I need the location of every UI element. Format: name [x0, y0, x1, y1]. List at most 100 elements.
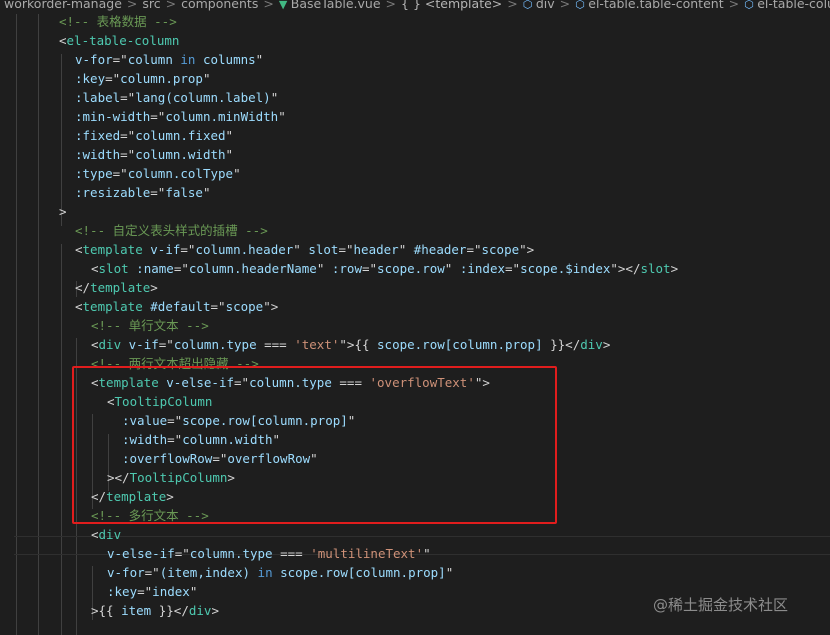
- code-token: scope.$index: [520, 261, 611, 276]
- code-token: =": [112, 52, 128, 67]
- code-editor[interactable]: <!-- 表格数据 --> <el-table-column v-for="colu…: [0, 14, 830, 635]
- code-token: scope.row: [377, 261, 445, 276]
- code-token: :row: [331, 261, 362, 276]
- code-line: :resizable="false": [75, 183, 211, 202]
- code-token: <: [91, 527, 99, 542]
- code-line: :fixed="column.fixed": [75, 126, 233, 145]
- code-line: :min-width="column.minWidth": [75, 107, 286, 126]
- code-token: =": [210, 299, 226, 314]
- breadcrumb-item[interactable]: div: [536, 0, 555, 11]
- code-token: column.width: [135, 147, 226, 162]
- code-line: v-else-if="column.type === 'multilineTex…: [107, 544, 431, 563]
- code-token: }}</: [151, 603, 189, 618]
- chevron-right-icon: >: [165, 0, 177, 11]
- indent-guide: [61, 244, 62, 635]
- code-token: }}</: [542, 337, 581, 352]
- breadcrumb-item[interactable]: workorder-manage: [4, 0, 122, 11]
- code-token: =": [112, 166, 128, 181]
- code-token: :label: [75, 90, 121, 105]
- code-token: <: [91, 337, 99, 352]
- chevron-right-icon: >: [559, 0, 571, 11]
- code-token: ===: [280, 546, 311, 561]
- code-token: div: [98, 527, 122, 542]
- code-line: >: [59, 202, 67, 221]
- code-token: template: [90, 280, 151, 295]
- code-token: =": [144, 565, 160, 580]
- code-token: header: [353, 242, 399, 257]
- code-token: scope: [481, 242, 520, 257]
- code-token: v-for: [107, 565, 145, 580]
- code-token: in: [257, 565, 273, 580]
- code-token: ">: [263, 299, 279, 314]
- code-token: =": [105, 71, 121, 86]
- code-token: column: [127, 52, 181, 67]
- code-token: =": [173, 261, 189, 276]
- code-token: :resizable: [75, 185, 151, 200]
- code-token: <: [59, 33, 67, 48]
- code-token: :key: [75, 71, 106, 86]
- code-token: ">{{: [339, 337, 378, 352]
- code-line: <template #default="scope">: [75, 297, 278, 316]
- code-token: div: [98, 337, 122, 352]
- code-token: (item,index): [159, 565, 258, 580]
- code-token: >: [602, 337, 611, 352]
- code-token: item: [121, 603, 152, 618]
- element-cube-icon: ⬡: [744, 0, 758, 11]
- code-token: v-for: [75, 52, 113, 67]
- breadcrumb-item[interactable]: BaseTable.vue: [291, 0, 381, 11]
- code-token: slot: [640, 261, 671, 276]
- code-line: v-for="(item,index) in scope.row[column.…: [107, 563, 453, 582]
- code-line: :key="index": [107, 582, 197, 601]
- code-token: in: [180, 52, 196, 67]
- code-token: ": [255, 52, 264, 67]
- indent-guide: [61, 54, 62, 226]
- code-token: =": [120, 90, 136, 105]
- code-line: >{{ item }}</div>: [91, 601, 219, 620]
- code-token: ": [444, 261, 460, 276]
- code-token: slot: [98, 261, 129, 276]
- code-token: v-if: [150, 242, 181, 257]
- code-token: column.colType: [127, 166, 234, 181]
- breadcrumb-item[interactable]: components: [181, 0, 258, 11]
- chevron-right-icon: >: [507, 0, 518, 11]
- code-token: ": [202, 185, 211, 200]
- code-token: scope.row[column.prop]: [272, 565, 446, 580]
- element-cube-icon: ⬡: [575, 0, 589, 11]
- code-token: =": [174, 546, 190, 561]
- breadcrumb-item[interactable]: el-table-column: [757, 0, 830, 11]
- code-token: columns: [195, 52, 256, 67]
- code-token: ": [278, 109, 286, 124]
- code-token: =": [338, 242, 354, 257]
- code-token: v-if: [128, 337, 159, 352]
- code-token: >: [150, 280, 158, 295]
- code-token: ": [445, 565, 454, 580]
- code-token: "></: [610, 261, 641, 276]
- code-token: #default: [150, 299, 211, 314]
- code-token: =": [361, 261, 378, 276]
- code-line: :key="column.prop": [75, 69, 211, 88]
- code-token: :key: [107, 584, 138, 599]
- code-token: :name: [136, 261, 174, 276]
- code-token: :width: [75, 147, 121, 162]
- annotation-highlight-box: [72, 366, 557, 524]
- breadcrumb-item[interactable]: src: [142, 0, 160, 11]
- code-token: <!-- 单行文本 -->: [91, 318, 209, 333]
- code-token: #header: [413, 242, 467, 257]
- code-token: </: [75, 280, 91, 295]
- code-token: ": [189, 584, 198, 599]
- code-line: <el-table-column: [59, 31, 179, 50]
- code-token: <!-- 表格数据 -->: [59, 14, 177, 29]
- code-line: v-for="column in columns": [75, 50, 263, 69]
- chevron-right-icon: >: [126, 0, 138, 11]
- code-token: >{{: [91, 603, 122, 618]
- breadcrumb-item[interactable]: el-table.table-content: [588, 0, 723, 11]
- code-token: =": [120, 128, 136, 143]
- code-token: ": [316, 261, 332, 276]
- breadcrumb-item[interactable]: { } <template>: [401, 0, 502, 11]
- code-line: :label="lang(column.label)": [75, 88, 278, 107]
- code-token: =": [180, 242, 196, 257]
- code-token: false: [165, 185, 203, 200]
- code-token: =": [150, 185, 166, 200]
- chevron-right-icon: >: [263, 0, 274, 11]
